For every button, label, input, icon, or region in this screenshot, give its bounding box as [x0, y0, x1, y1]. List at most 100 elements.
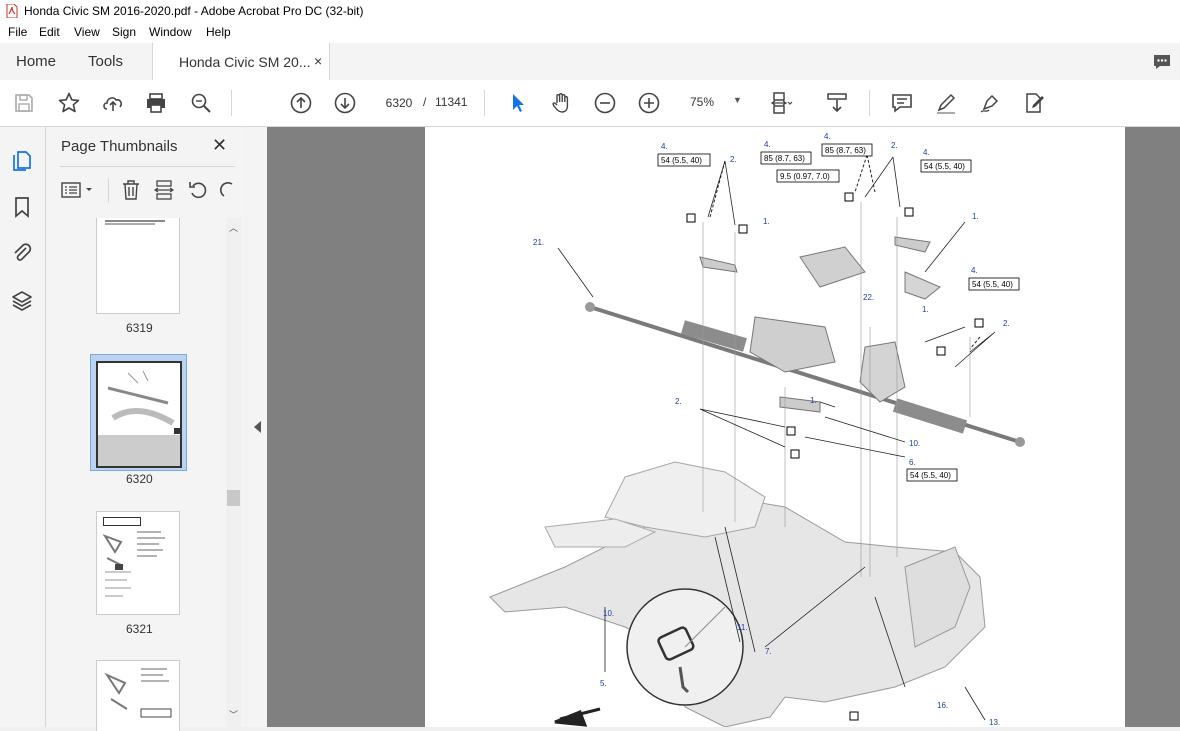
- toolbar: 6320 / 11341 75% ▼: [0, 80, 1180, 127]
- extract-page-icon[interactable]: [153, 179, 175, 201]
- callout-label: 16.: [937, 701, 948, 710]
- callout-label: 10.: [603, 609, 614, 618]
- panel-divider: [60, 166, 235, 167]
- panel-title: Page Thumbnails: [61, 138, 178, 155]
- tab-tools[interactable]: Tools: [88, 53, 123, 70]
- zoom-in-icon[interactable]: [637, 91, 661, 115]
- callout-label: 2.: [675, 397, 682, 406]
- page-separator: /: [423, 95, 427, 109]
- navigation-rail: [0, 127, 46, 727]
- torque-spec: 54 (5.5, 40): [972, 280, 1013, 289]
- callout-label: 1.: [763, 217, 770, 226]
- torque-spec: 54 (5.5, 40): [661, 156, 702, 165]
- thumbnails-panel: Page Thumbnails ✕ 6319 6320 6321: [46, 127, 246, 731]
- thumbnail-content-preview: [104, 668, 172, 718]
- panel-collapse-bar[interactable]: [247, 127, 267, 727]
- edit-pdf-icon[interactable]: [1022, 91, 1046, 115]
- tab-document[interactable]: Honda Civic SM 20... ×: [152, 43, 330, 80]
- close-tab-icon[interactable]: ×: [314, 53, 322, 69]
- hand-icon[interactable]: [549, 91, 573, 115]
- highlight-pen-icon[interactable]: [934, 91, 958, 115]
- callout-label: 10.: [909, 439, 920, 448]
- window-title: Honda Civic SM 2016-2020.pdf - Adobe Acr…: [24, 4, 364, 18]
- thumbnail-content-preview: [102, 531, 165, 597]
- thumbnail-options-icon[interactable]: [60, 180, 96, 200]
- title-bar: Honda Civic SM 2016-2020.pdf - Adobe Acr…: [0, 0, 1180, 22]
- scroll-mode-icon[interactable]: [825, 91, 849, 115]
- page-thumbnail-6320[interactable]: [96, 361, 182, 468]
- thumbnail-label: 6319: [126, 321, 153, 335]
- thumbnail-diagram-preview: [107, 370, 175, 426]
- callout-label: 2.: [730, 155, 737, 164]
- callout-label: 11.: [737, 623, 748, 632]
- callout-label: 4.: [764, 140, 771, 149]
- chat-icon[interactable]: [1152, 52, 1172, 72]
- menu-edit[interactable]: Edit: [39, 25, 60, 39]
- callout-label: 22.: [863, 293, 874, 302]
- callout-label: 2.: [891, 141, 898, 150]
- torque-spec: 9.5 (0.97, 7.0): [780, 172, 830, 181]
- steering-subframe-exploded-diagram: 4. 54 (5.5, 40) 2. 4. 85 (8.7, 63) 4. 85…: [489, 132, 1025, 727]
- menu-file[interactable]: File: [8, 25, 27, 39]
- save-icon[interactable]: [12, 91, 36, 115]
- zoom-out-icon[interactable]: [593, 91, 617, 115]
- scrollbar-thumb[interactable]: [227, 490, 240, 506]
- scroll-up-icon[interactable]: ︿: [229, 221, 238, 234]
- select-pointer-icon[interactable]: [506, 91, 530, 115]
- sign-pen-icon[interactable]: [978, 91, 1002, 115]
- callout-label: 4.: [971, 266, 978, 275]
- page-thumbnail-6319[interactable]: [96, 218, 180, 314]
- total-pages: 11341: [435, 95, 468, 109]
- document-tab-label: Honda Civic SM 20...: [179, 54, 311, 70]
- tab-home[interactable]: Home: [16, 53, 56, 70]
- upload-icon[interactable]: [101, 91, 125, 115]
- zoom-search-icon[interactable]: [189, 91, 213, 115]
- thumbnail-scrollbar[interactable]: ︿ ﹀: [226, 218, 241, 727]
- thumbnail-label: 6320: [126, 472, 153, 486]
- pdf-file-icon: [6, 4, 18, 18]
- callout-label: 1.: [810, 396, 817, 405]
- panel-tool-divider: [108, 178, 109, 202]
- page-thumbnails-icon[interactable]: [10, 148, 34, 172]
- comment-icon[interactable]: [890, 91, 914, 115]
- callout-label: 2.: [1003, 319, 1010, 328]
- layers-icon[interactable]: [10, 289, 34, 313]
- callout-label: 5.: [600, 679, 607, 688]
- rotate-counterclockwise-icon[interactable]: [187, 179, 209, 201]
- torque-spec: 54 (5.5, 40): [910, 471, 951, 480]
- page-thumbnail-6321[interactable]: [96, 511, 180, 615]
- toolbar-divider: [484, 90, 485, 116]
- scroll-down-icon[interactable]: ﹀: [229, 708, 238, 721]
- callout-label: 1.: [972, 212, 979, 221]
- page-up-icon[interactable]: [289, 91, 313, 115]
- callout-label: 1.: [922, 305, 929, 314]
- callout-label: 6.: [909, 458, 916, 467]
- toolbar-divider: [869, 90, 870, 116]
- print-icon[interactable]: [144, 91, 168, 115]
- pdf-page[interactable]: 4. 54 (5.5, 40) 2. 4. 85 (8.7, 63) 4. 85…: [425, 127, 1125, 727]
- callout-label: 4.: [661, 142, 668, 151]
- tab-bar: Home Tools Honda Civic SM 20... ×: [0, 43, 1180, 81]
- page-number-input[interactable]: 6320: [378, 90, 420, 116]
- menu-help[interactable]: Help: [206, 25, 231, 39]
- zoom-dropdown-icon[interactable]: ▼: [733, 95, 742, 105]
- toolbar-divider: [231, 90, 232, 116]
- thumbnail-label: 6321: [126, 622, 153, 636]
- torque-spec: 85 (8.7, 63): [764, 154, 805, 163]
- page-down-icon[interactable]: [333, 91, 357, 115]
- collapse-panel-icon[interactable]: [254, 421, 262, 433]
- fit-page-icon[interactable]: [769, 91, 793, 115]
- menu-sign[interactable]: Sign: [112, 25, 136, 39]
- bookmarks-icon[interactable]: [10, 195, 34, 219]
- delete-page-icon[interactable]: [120, 179, 142, 201]
- torque-spec: 54 (5.5, 40): [924, 162, 965, 171]
- menu-window[interactable]: Window: [149, 25, 192, 39]
- rotate-clockwise-icon[interactable]: [218, 179, 236, 201]
- bookmark-star-icon[interactable]: [57, 91, 81, 115]
- attachments-icon[interactable]: [10, 241, 34, 265]
- close-panel-icon[interactable]: ✕: [212, 135, 227, 156]
- page-thumbnail-next[interactable]: [96, 660, 180, 731]
- menu-view[interactable]: View: [74, 25, 100, 39]
- callout-label: 7.: [765, 647, 772, 656]
- zoom-level[interactable]: 75%: [690, 95, 714, 109]
